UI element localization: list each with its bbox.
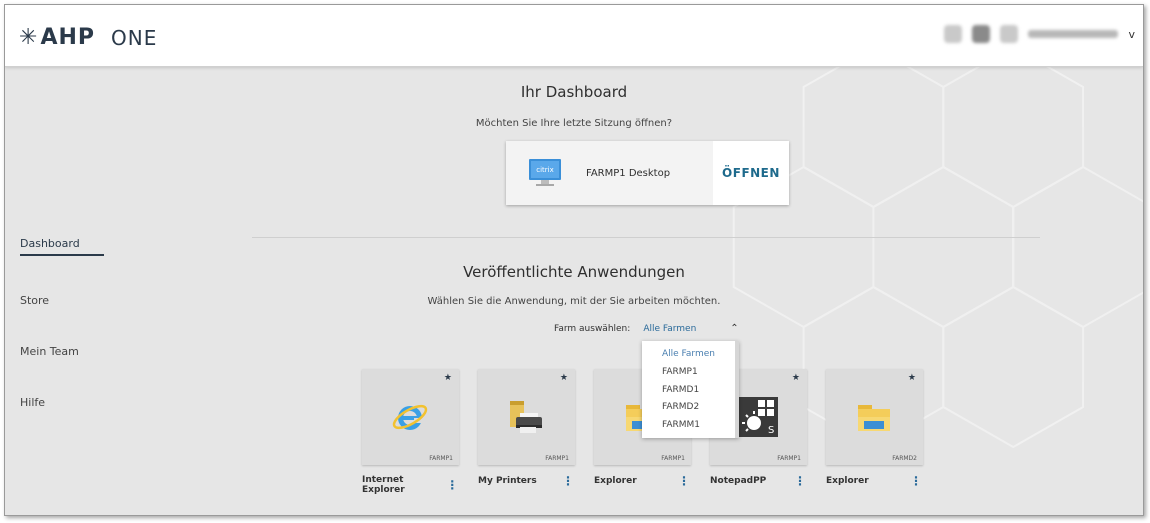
- session-name: FARMP1 Desktop: [586, 167, 671, 179]
- app-name: NotepadPP: [710, 476, 767, 486]
- star-icon[interactable]: ★: [444, 373, 452, 383]
- chevron-down-icon[interactable]: v: [1128, 28, 1135, 41]
- app-tile-explorer[interactable]: ★ FARMD2: [826, 369, 923, 465]
- app-card: ★ FARMD2 Explorer ⋮: [826, 369, 923, 495]
- internet-explorer-icon: [392, 404, 428, 430]
- asterisk-logo-icon: ✳: [19, 24, 38, 50]
- open-session-button[interactable]: ÖFFNEN: [713, 141, 789, 205]
- apps-title: Veröffentlichte Anwendungen: [463, 263, 685, 281]
- more-vertical-icon[interactable]: ⋮: [446, 479, 459, 491]
- star-icon[interactable]: ★: [560, 373, 568, 383]
- session-info: citrix FARMP1 Desktop: [506, 141, 713, 205]
- farm-option-farmd2[interactable]: FARMD2: [642, 399, 739, 417]
- dashboard-subtitle: Möchten Sie Ihre letzte Sitzung öffnen?: [475, 118, 673, 129]
- logo-text: AHP: [40, 25, 95, 50]
- product-name: ONE: [111, 25, 158, 50]
- app-farm-label: FARMP1: [429, 455, 453, 462]
- folder-icon: [858, 405, 890, 431]
- farm-dropdown: Alle Farmen FARMP1 FARMD1 FARMD2 FARMM1: [642, 341, 739, 438]
- star-icon[interactable]: ★: [792, 373, 800, 383]
- logo[interactable]: ✳ AHP ONE: [19, 25, 157, 50]
- app-farm-label: FARMD2: [892, 455, 917, 462]
- svg-text:citrix: citrix: [536, 166, 554, 174]
- dropdown-scrollbar[interactable]: [735, 341, 739, 438]
- dashboard-title: Ihr Dashboard: [520, 83, 628, 101]
- sidebar-item-dashboard[interactable]: Dashboard: [20, 237, 104, 256]
- more-vertical-icon[interactable]: ⋮: [909, 475, 923, 487]
- app-farm-label: FARMP1: [777, 455, 801, 462]
- app-footer: Explorer ⋮: [826, 475, 923, 487]
- app-footer: Internet Explorer ⋮: [362, 475, 459, 495]
- chevron-up-icon[interactable]: ⌃: [730, 323, 738, 334]
- apps-grid-icon[interactable]: [972, 25, 991, 43]
- app-card: ★ FARMP1 Internet Explorer ⋮: [362, 369, 459, 495]
- app-name: My Printers: [478, 476, 537, 486]
- notepadpp-icon: S: [738, 397, 778, 437]
- avatar[interactable]: [1000, 25, 1019, 43]
- printer-icon: [510, 401, 542, 433]
- farm-label: Farm auswählen:: [554, 323, 631, 334]
- last-session-card[interactable]: citrix FARMP1 Desktop ÖFFNEN: [506, 141, 789, 205]
- citrix-monitor-icon: citrix: [529, 159, 561, 186]
- top-bar: ✳ AHP ONE v: [5, 5, 1143, 67]
- app-tile-my-printers[interactable]: ★ FARMP1: [478, 369, 575, 465]
- sidebar-item-mein-team[interactable]: Mein Team: [20, 345, 110, 358]
- more-vertical-icon[interactable]: ⋮: [677, 475, 691, 487]
- user-menu[interactable]: v: [944, 25, 1135, 43]
- app-name: Explorer: [594, 476, 637, 486]
- app-footer: Explorer ⋮: [594, 475, 691, 487]
- app-name: Explorer: [826, 476, 869, 486]
- app-window: ✳ AHP ONE v Dashboard Store Mein Team Hi…: [4, 4, 1144, 516]
- app-card: ★ FARMP1 My Printers ⋮: [478, 369, 575, 495]
- farm-option-farmd1[interactable]: FARMD1: [642, 382, 739, 400]
- user-name[interactable]: [1028, 30, 1119, 38]
- app-farm-label: FARMP1: [545, 455, 569, 462]
- farm-selector: Farm auswählen: Alle Farmen ⌃: [554, 323, 739, 334]
- star-icon[interactable]: ★: [908, 373, 916, 383]
- app-tile-internet-explorer[interactable]: ★ FARMP1: [362, 369, 459, 465]
- farm-option-farmm1[interactable]: FARMM1: [642, 417, 739, 435]
- farm-option-alle-farmen[interactable]: Alle Farmen: [642, 346, 739, 364]
- apps-subtitle: Wählen Sie die Anwendung, mit der Sie ar…: [427, 296, 721, 307]
- app-footer: NotepadPP ⋮: [710, 475, 807, 487]
- more-vertical-icon[interactable]: ⋮: [793, 475, 807, 487]
- app-footer: My Printers ⋮: [478, 475, 575, 487]
- sidebar-item-hilfe[interactable]: Hilfe: [20, 396, 110, 409]
- app-farm-label: FARMP1: [661, 455, 685, 462]
- app-name: Internet Explorer: [362, 475, 405, 495]
- more-vertical-icon[interactable]: ⋮: [561, 475, 575, 487]
- svg-text:S: S: [768, 425, 774, 436]
- notification-icon[interactable]: [944, 25, 963, 43]
- farm-select[interactable]: Alle Farmen: [643, 324, 696, 334]
- farm-option-farmp1[interactable]: FARMP1: [642, 364, 739, 382]
- section-divider: [252, 237, 1040, 238]
